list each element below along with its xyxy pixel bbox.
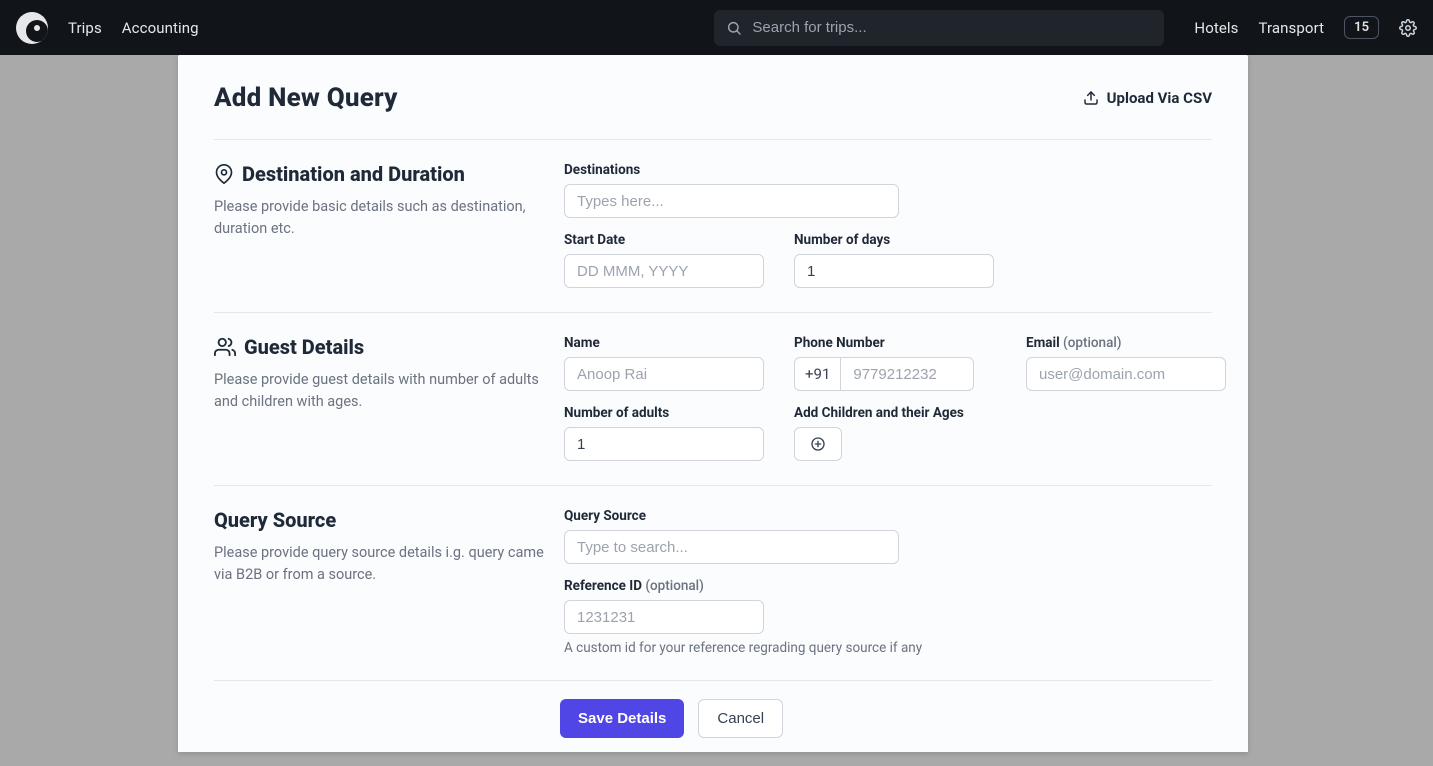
upload-csv-label: Upload Via CSV [1107,89,1212,107]
num-days-label: Number of days [794,232,994,248]
main-panel: Add New Query Upload Via CSV Destination… [178,55,1248,752]
nav-trips[interactable]: Trips [68,19,102,37]
adults-label: Number of adults [564,405,764,421]
upload-icon [1083,90,1099,106]
nav-right: Hotels Transport 15 [1194,16,1417,39]
global-search[interactable] [714,10,1164,46]
destinations-label: Destinations [564,162,899,178]
section-source-title: Query Source [214,508,336,532]
query-source-label: Query Source [564,508,899,524]
search-icon [726,20,742,36]
section-source-desc: Please provide query source details i.g.… [214,542,544,586]
section-guest: Guest Details Please provide guest detai… [214,313,1212,486]
section-destination: Destination and Duration Please provide … [214,140,1212,313]
section-destination-title: Destination and Duration [242,162,465,186]
nav-hotels[interactable]: Hotels [1194,19,1238,37]
settings-icon[interactable] [1399,19,1417,37]
guest-name-input[interactable] [564,357,764,391]
guest-email-input[interactable] [1026,357,1226,391]
users-icon [214,336,236,358]
location-pin-icon [214,164,234,184]
app-logo[interactable] [16,12,48,44]
section-guest-title: Guest Details [244,335,364,359]
add-child-button[interactable] [794,427,842,461]
guest-phone-label: Phone Number [794,335,970,351]
children-label: Add Children and their Ages [794,405,964,421]
start-date-label: Start Date [564,232,764,248]
query-source-input[interactable] [564,530,899,564]
topbar: Trips Accounting Hotels Transport 15 [0,0,1433,55]
upload-csv-button[interactable]: Upload Via CSV [1083,89,1212,107]
page-title: Add New Query [214,83,398,113]
num-days-input[interactable] [794,254,994,288]
form-actions: Save Details Cancel [214,681,1212,738]
nav-accounting[interactable]: Accounting [122,19,199,37]
nav-transport[interactable]: Transport [1259,19,1325,37]
guest-email-label: Email (optional) [1026,335,1226,351]
plus-circle-icon [810,436,826,452]
start-date-input[interactable] [564,254,764,288]
reference-id-help: A custom id for your reference regrading… [564,640,1212,656]
reference-id-label: Reference ID (optional) [564,578,764,594]
cancel-button[interactable]: Cancel [698,699,783,738]
destinations-input[interactable] [564,184,899,218]
section-guest-desc: Please provide guest details with number… [214,369,544,413]
section-source: Query Source Please provide query source… [214,486,1212,681]
phone-prefix[interactable]: +91 [794,357,840,391]
notification-badge[interactable]: 15 [1344,16,1379,39]
guest-name-label: Name [564,335,764,351]
reference-id-input[interactable] [564,600,764,634]
guest-phone-input[interactable] [840,357,974,391]
save-button[interactable]: Save Details [560,699,684,738]
adults-input[interactable] [564,427,764,461]
global-search-input[interactable] [752,19,1152,36]
panel-header: Add New Query Upload Via CSV [214,83,1212,140]
nav-left: Trips Accounting [68,19,199,37]
section-destination-desc: Please provide basic details such as des… [214,196,544,240]
